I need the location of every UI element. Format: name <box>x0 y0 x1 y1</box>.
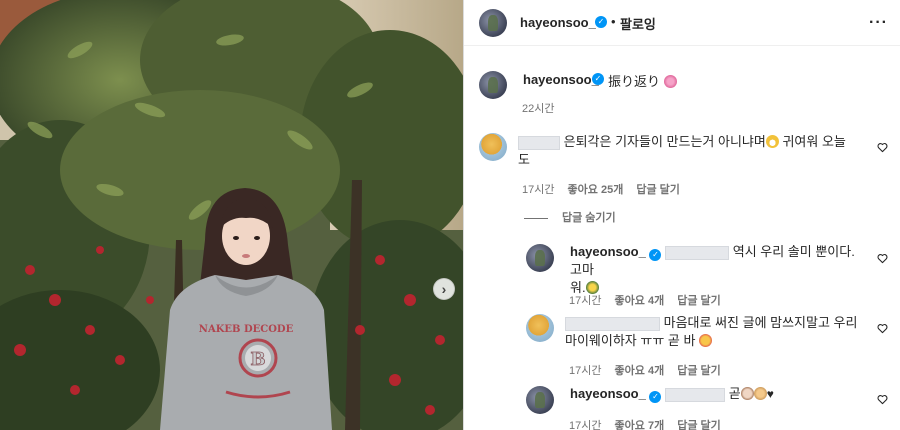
redacted-mention <box>665 387 726 402</box>
verified-badge-icon: ✓ <box>649 391 662 403</box>
svg-text:NAKEB DECODE: NAKEB DECODE <box>199 324 294 335</box>
reply-button[interactable]: 답글 달기 <box>677 420 721 430</box>
reply-body: 마음대로 써진 글에 맘쓰지말고 우리 마이웨이하자 ㅠㅠ 곧 바 <box>565 314 875 350</box>
more-options-icon[interactable]: ··· <box>869 14 888 32</box>
verified-badge-icon: ✓ <box>595 16 607 28</box>
like-heart-icon[interactable] <box>877 142 888 153</box>
caption-time: 22시간 <box>522 103 555 115</box>
next-photo-button[interactable]: › <box>433 278 455 300</box>
caption-text: 振り返り <box>608 71 677 90</box>
redacted-mention <box>665 245 730 260</box>
reply-button[interactable]: 답글 달기 <box>636 184 680 196</box>
following-button[interactable]: 팔로잉 <box>620 14 656 33</box>
reply-body: hayeonsoo_ ✓ 역시 우리 솔미 뿐이다. 고마 워. <box>570 243 870 297</box>
caption-body: 振り返り <box>608 74 661 89</box>
reply-text-line1: 곧 <box>728 386 741 401</box>
reply-text-line2: 마이웨이하자 ㅠㅠ 곧 바 <box>565 333 696 348</box>
comment-text-line1: 은퇴각은 기자들이 만드는거 아니냐며 <box>563 134 766 149</box>
verified-badge-icon: ✓ <box>592 73 604 85</box>
caption-username[interactable]: hayeonsoo_ <box>523 72 599 87</box>
black-heart-icon: ♥ <box>766 387 774 401</box>
reply-author-avatar[interactable] <box>526 244 554 272</box>
smiling-hearts-face-icon <box>699 334 713 347</box>
reply-likes[interactable]: 좋아요 4개 <box>615 365 665 377</box>
comment-meta: 17시간 좋아요 25개 답글 달기 <box>522 181 690 197</box>
comment-body: 은퇴각은 기자들이 만드는거 아니냐며 귀여워 오늘 도 <box>518 133 863 169</box>
reply-meta: 17시간 좋아요 7개 답글 달기 <box>569 417 731 430</box>
reply-meta: 17시간 좋아요 4개 답글 달기 <box>569 292 731 308</box>
redacted-username <box>565 316 660 331</box>
reply-button[interactable]: 답글 달기 <box>677 295 721 307</box>
reply-author-avatar[interactable] <box>526 386 554 414</box>
header-separator: • <box>611 14 616 29</box>
like-heart-icon[interactable] <box>877 323 888 334</box>
comment-text-line2: 도 <box>518 152 530 167</box>
reply-likes[interactable]: 좋아요 4개 <box>615 295 665 307</box>
reply-author-avatar[interactable] <box>526 314 554 342</box>
caption-author-avatar[interactable] <box>479 71 507 99</box>
reply-username[interactable]: hayeonsoo_ <box>570 244 646 259</box>
author-avatar[interactable] <box>479 9 507 37</box>
author-username[interactable]: hayeonsoo_ <box>520 15 596 30</box>
reply-text-line1: 마음대로 써진 글에 맘쓰지말고 우리 <box>663 315 858 330</box>
reply-button[interactable]: 답글 달기 <box>677 365 721 377</box>
victory-hand-icon <box>753 387 767 400</box>
reply-time: 17시간 <box>569 365 602 377</box>
commenter-avatar[interactable] <box>479 133 507 161</box>
reply-username[interactable]: hayeonsoo_ <box>570 386 646 401</box>
reply-likes[interactable]: 좋아요 7개 <box>615 420 665 430</box>
like-heart-icon[interactable] <box>877 253 888 264</box>
reply-meta: 17시간 좋아요 4개 답글 달기 <box>569 362 731 378</box>
hide-replies-button[interactable]: 답글 숨기기 <box>524 209 616 225</box>
photo-illustration: NAKEB DECODE B <box>0 0 463 430</box>
post-header: hayeonsoo_ ✓ • 팔로잉 ··· <box>464 0 900 46</box>
baby-face-icon <box>740 387 754 400</box>
cherry-blossom-icon <box>663 75 677 88</box>
replies-line <box>524 217 548 219</box>
comment-likes[interactable]: 좋아요 25개 <box>568 184 624 196</box>
like-heart-icon[interactable] <box>877 394 888 405</box>
post-side-panel: hayeonsoo_ ✓ • 팔로잉 ··· hayeonsoo_ ✓ 振り返り… <box>464 0 900 430</box>
hatching-chick-icon <box>765 135 779 148</box>
reply-time: 17시간 <box>569 420 602 430</box>
reply-body: hayeonsoo_ ✓ 곧 ♥ <box>570 385 870 403</box>
verified-badge-icon: ✓ <box>649 249 662 261</box>
comment-time: 17시간 <box>522 184 555 196</box>
hide-replies-label: 답글 숨기기 <box>562 212 616 224</box>
hoodie-badge-letter: B <box>250 349 265 370</box>
post-photo[interactable]: NAKEB DECODE B › <box>0 0 463 430</box>
comment-text-after-emoji: 귀여워 오늘 <box>782 134 846 149</box>
redacted-username <box>518 135 560 150</box>
reply-time: 17시간 <box>569 295 602 307</box>
